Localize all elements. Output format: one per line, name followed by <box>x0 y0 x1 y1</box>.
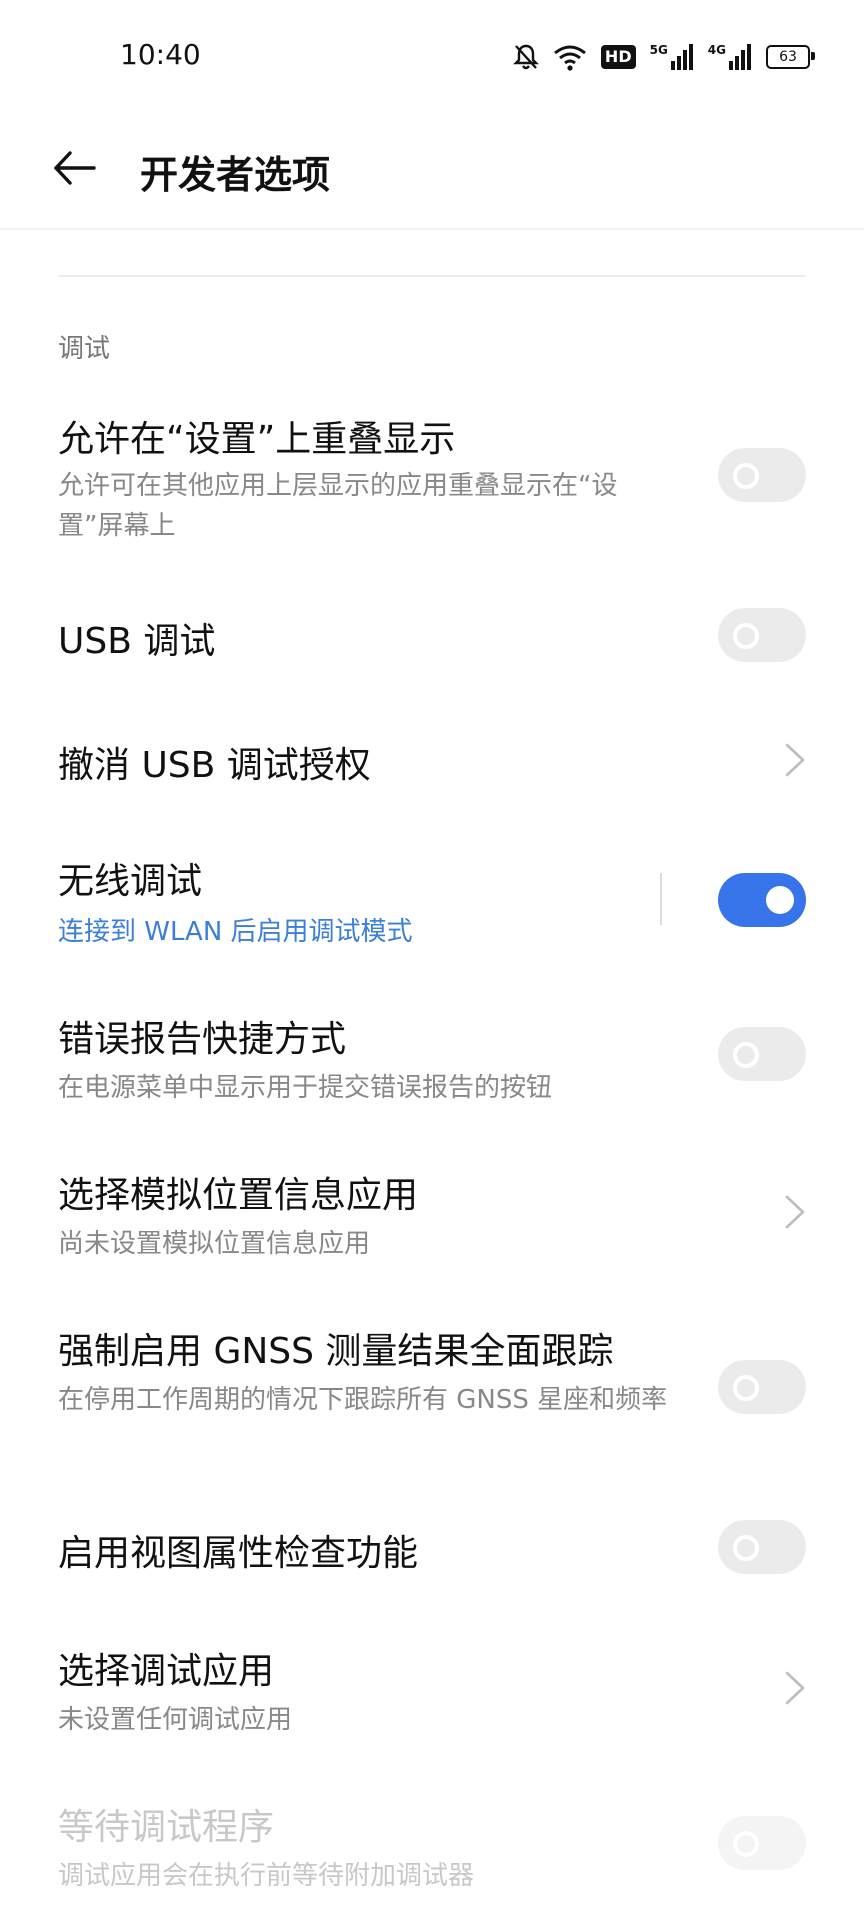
chevron-right-icon[interactable] <box>784 742 806 778</box>
toggle-wait-debugger <box>718 1816 806 1870</box>
signal-icon-2: 4G <box>708 44 752 70</box>
setting-title-view-attr[interactable]: 启用视图属性检查功能 <box>58 1524 418 1576</box>
back-arrow-icon[interactable] <box>52 150 96 186</box>
toggle-gnss[interactable] <box>718 1360 806 1414</box>
setting-subtitle-gnss: 在停用工作周期的情况下跟踪所有 GNSS 星座和频率 <box>58 1385 668 1415</box>
setting-title-wait-debugger: 等待调试程序 <box>58 1807 275 1848</box>
setting-title-gnss[interactable]: 强制启用 GNSS 测量结果全面跟踪 <box>58 1322 613 1374</box>
network-type-label-2: 4G <box>707 43 726 57</box>
setting-subtitle-mock-location: 尚未设置模拟位置信息应用 <box>58 1229 371 1259</box>
status-time: 10:40 <box>120 38 201 71</box>
signal-icon: 5G <box>650 44 694 70</box>
section-label-debug: 调试 <box>58 334 111 364</box>
toggle-view-attr[interactable] <box>718 1520 806 1574</box>
toggle-wireless-debug[interactable] <box>718 873 806 927</box>
page-title: 开发者选项 <box>140 153 331 197</box>
chevron-right-icon[interactable] <box>784 1194 806 1230</box>
setting-subtitle-wireless-debug: 连接到 WLAN 后启用调试模式 <box>58 917 413 947</box>
mute-bell-icon <box>513 43 539 71</box>
battery-icon: 63 <box>766 45 815 69</box>
list-divider <box>58 275 806 277</box>
setting-subtitle-wait-debugger: 调试应用会在执行前等待附加调试器 <box>58 1861 475 1891</box>
setting-title-debug-app[interactable]: 选择调试应用 <box>58 1642 274 1694</box>
header-divider <box>0 228 864 230</box>
toggle-bug-report[interactable] <box>718 1027 806 1081</box>
toggle-overlay[interactable] <box>718 448 806 502</box>
setting-title-usb-debug[interactable]: USB 调试 <box>58 612 215 664</box>
chevron-right-icon[interactable] <box>784 1670 806 1706</box>
network-type-label: 5G <box>649 43 668 57</box>
setting-subtitle-overlay: 允许可在其他应用上层显示的应用重叠显示在“设置”屏幕上 <box>58 471 618 541</box>
status-icons: HD 5G 4G 63 <box>513 40 815 74</box>
hd-badge: HD <box>600 45 636 69</box>
toggle-usb-debug[interactable] <box>718 608 806 662</box>
divider-vertical <box>660 873 662 925</box>
setting-title-wireless-debug[interactable]: 无线调试 <box>58 852 202 904</box>
setting-title-bug-report[interactable]: 错误报告快捷方式 <box>58 1010 346 1062</box>
setting-subtitle-bug-report: 在电源菜单中显示用于提交错误报告的按钮 <box>58 1073 553 1103</box>
setting-title-mock-location[interactable]: 选择模拟位置信息应用 <box>58 1166 418 1218</box>
setting-subtitle-debug-app: 未设置任何调试应用 <box>58 1705 293 1735</box>
setting-title-revoke-usb[interactable]: 撤消 USB 调试授权 <box>58 736 371 788</box>
setting-title-overlay[interactable]: 允许在“设置”上重叠显示 <box>58 410 455 462</box>
wifi-icon <box>553 43 587 71</box>
